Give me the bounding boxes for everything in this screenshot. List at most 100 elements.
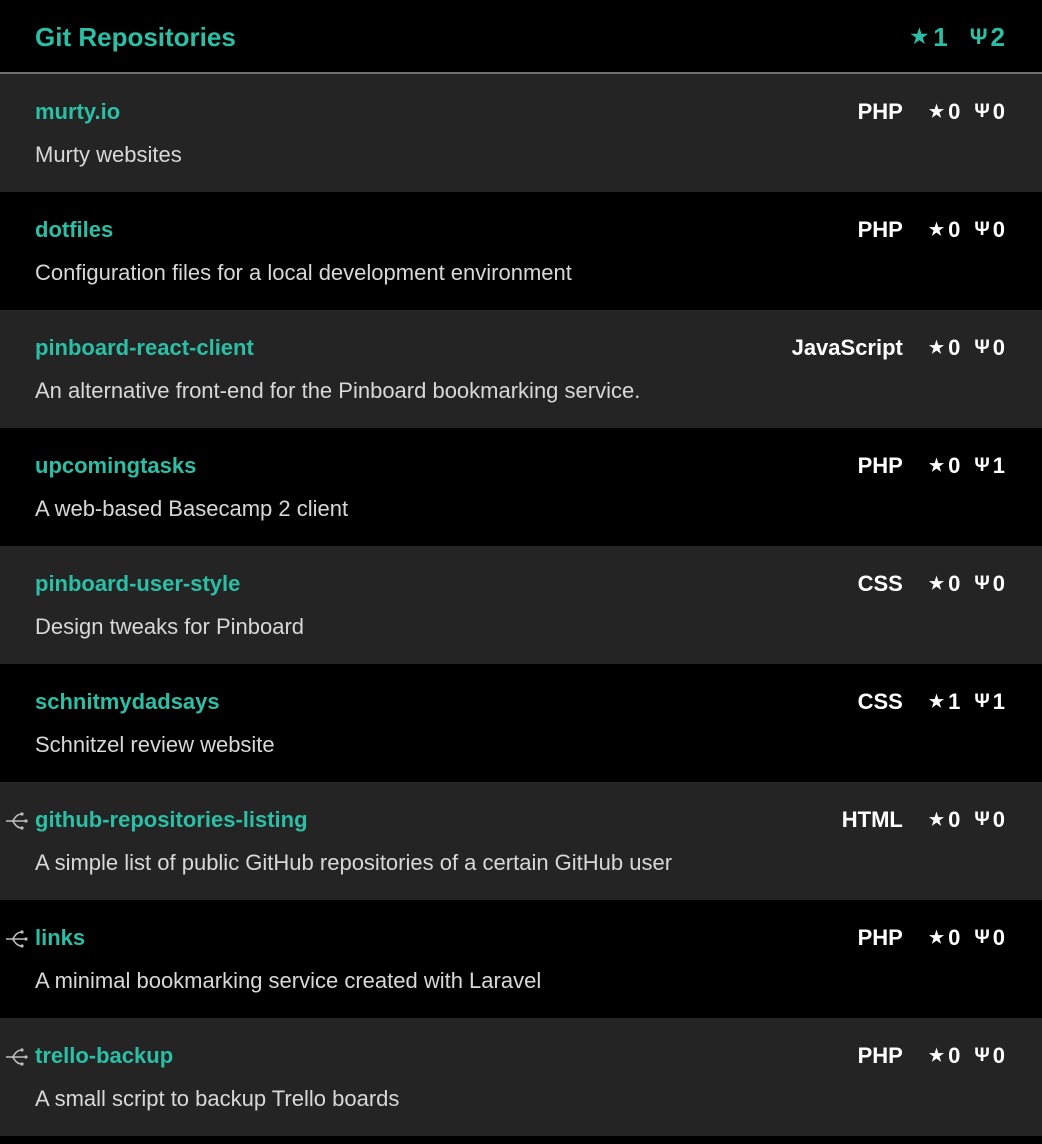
repo-description: A minimal bookmarking service created wi… — [35, 968, 542, 993]
repo-forks-count: 0 — [992, 217, 1005, 242]
repo-item: github-repositories-listing HTML ★ 0 Ψ 0 A sim… — [0, 782, 1042, 900]
header-stats: ★ 1 Ψ 2 — [910, 22, 1005, 52]
repo-stars-count: 1 — [948, 689, 961, 714]
total-stars-count: 1 — [933, 22, 948, 52]
repo-name-link[interactable]: pinboard-react-client — [35, 335, 254, 361]
repo-language: PHP — [857, 453, 903, 478]
repo-forks: Ψ0 — [974, 1043, 1005, 1069]
fork-icon: Ψ — [974, 573, 990, 594]
repo-description: Configuration files for a local developm… — [35, 260, 572, 285]
repo-name-link[interactable]: trello-backup — [35, 1043, 173, 1069]
repo-stars-count: 0 — [948, 453, 961, 478]
fork-icon: Ψ — [974, 101, 990, 122]
repository-list: murty.io PHP ★ 0 Ψ 0 Murty websites dotfiles PHP… — [0, 74, 1042, 1136]
repo-forks-count: 0 — [992, 335, 1005, 360]
repo-description: An alternative front-end for the Pinboar… — [35, 378, 641, 403]
repo-stars-count: 0 — [948, 571, 961, 596]
repo-stars: ★ 0 — [929, 217, 961, 243]
repo-stars-count: 0 — [948, 807, 961, 832]
repo-language: JavaScript — [791, 335, 903, 360]
repo-language: PHP — [857, 99, 903, 124]
repo-meta: PHP ★ 0 Ψ 1 — [858, 453, 1005, 479]
repo-meta: HTML ★ 0 Ψ 0 — [842, 807, 1005, 833]
forked-repo-icon — [6, 930, 28, 948]
total-stars: ★ 1 — [910, 22, 947, 52]
repo-stars: ★ 1 — [929, 689, 961, 715]
star-icon: ★ — [928, 810, 945, 829]
repo-forks-count: 0 — [992, 925, 1005, 950]
repo-name-link[interactable]: schnitmydadsays — [35, 689, 220, 715]
repo-item: pinboard-react-client JavaScript ★ 0 Ψ 0 An al… — [0, 310, 1042, 428]
fork-icon: Ψ — [974, 337, 990, 358]
repo-item: upcomingtasks PHP ★ 0 Ψ 1 A web-based Basecamp… — [0, 428, 1042, 546]
repo-language: CSS — [857, 689, 903, 714]
repo-name-link[interactable]: upcomingtasks — [35, 453, 196, 479]
fork-icon: Ψ — [974, 927, 990, 948]
repo-meta: PHP ★ 0 Ψ 0 — [858, 925, 1005, 951]
repo-forks: Ψ0 — [974, 217, 1005, 243]
fork-icon: Ψ — [974, 219, 990, 240]
repo-description: Schnitzel review website — [35, 732, 275, 757]
repo-item: murty.io PHP ★ 0 Ψ 0 Murty websites — [0, 74, 1042, 192]
repo-name-link[interactable]: dotfiles — [35, 217, 113, 243]
total-forks: Ψ 2 — [970, 22, 1005, 52]
repo-forks-count: 0 — [992, 807, 1005, 832]
repo-stars: ★ 0 — [929, 571, 961, 597]
repo-stars-count: 0 — [948, 217, 961, 242]
repo-forks: Ψ0 — [974, 925, 1005, 951]
repo-forks: Ψ0 — [974, 99, 1005, 125]
forked-repo-icon — [6, 1048, 28, 1066]
repo-language: CSS — [857, 571, 903, 596]
repo-stars: ★ 0 — [929, 807, 961, 833]
repo-item: schnitmydadsays CSS ★ 1 Ψ 1 Schnitzel review w… — [0, 664, 1042, 782]
repo-meta: PHP ★ 0 Ψ 0 — [858, 1043, 1005, 1069]
repo-meta: PHP ★ 0 Ψ 0 — [858, 99, 1005, 125]
star-icon: ★ — [928, 102, 945, 121]
page-title: Git Repositories — [35, 22, 236, 52]
repo-item: trello-backup PHP ★ 0 Ψ 0 A small script to ba… — [0, 1018, 1042, 1136]
page-header: Git Repositories ★ 1 Ψ 2 — [0, 0, 1042, 74]
repo-forks-count: 0 — [992, 571, 1005, 596]
repo-stars-count: 0 — [948, 335, 961, 360]
repo-name-link[interactable]: murty.io — [35, 99, 120, 125]
star-icon: ★ — [928, 456, 945, 475]
repo-language: PHP — [857, 1043, 903, 1068]
repo-forks: Ψ1 — [974, 689, 1005, 715]
repo-meta: CSS ★ 1 Ψ 1 — [858, 689, 1005, 715]
star-icon: ★ — [928, 1046, 945, 1065]
star-icon: ★ — [910, 26, 929, 48]
repo-stars: ★ 0 — [929, 925, 961, 951]
star-icon: ★ — [928, 928, 945, 947]
star-icon: ★ — [928, 220, 945, 239]
repo-stars: ★ 0 — [929, 453, 961, 479]
fork-icon: Ψ — [974, 691, 990, 712]
repo-description: A small script to backup Trello boards — [35, 1086, 400, 1111]
repo-item: dotfiles PHP ★ 0 Ψ 0 Configuration files for a… — [0, 192, 1042, 310]
star-icon: ★ — [928, 338, 945, 357]
repo-forks: Ψ0 — [974, 807, 1005, 833]
fork-icon: Ψ — [974, 455, 990, 476]
forked-repo-icon — [6, 812, 28, 830]
repo-forks-count: 1 — [992, 689, 1005, 714]
fork-icon: Ψ — [969, 24, 988, 49]
star-icon: ★ — [928, 692, 945, 711]
repo-stars-count: 0 — [948, 925, 961, 950]
repo-description: Design tweaks for Pinboard — [35, 614, 305, 639]
star-icon: ★ — [928, 574, 945, 593]
fork-icon: Ψ — [974, 809, 990, 830]
repo-stars-count: 0 — [948, 1043, 961, 1068]
fork-icon: Ψ — [974, 1045, 990, 1066]
repo-forks: Ψ1 — [974, 453, 1005, 479]
repo-name-link[interactable]: pinboard-user-style — [35, 571, 240, 597]
repo-name-link[interactable]: github-repositories-listing — [35, 807, 308, 833]
repo-language: PHP — [857, 925, 903, 950]
total-forks-count: 2 — [990, 22, 1005, 52]
repo-description: A web-based Basecamp 2 client — [35, 496, 349, 521]
repo-name-link[interactable]: links — [35, 925, 85, 951]
repo-language: PHP — [857, 217, 903, 242]
repo-item: pinboard-user-style CSS ★ 0 Ψ 0 Design tweaks … — [0, 546, 1042, 664]
repo-forks-count: 0 — [992, 1043, 1005, 1068]
repo-forks-count: 0 — [992, 99, 1005, 124]
repo-forks: Ψ0 — [974, 335, 1005, 361]
repo-meta: JavaScript ★ 0 Ψ 0 — [792, 335, 1005, 361]
